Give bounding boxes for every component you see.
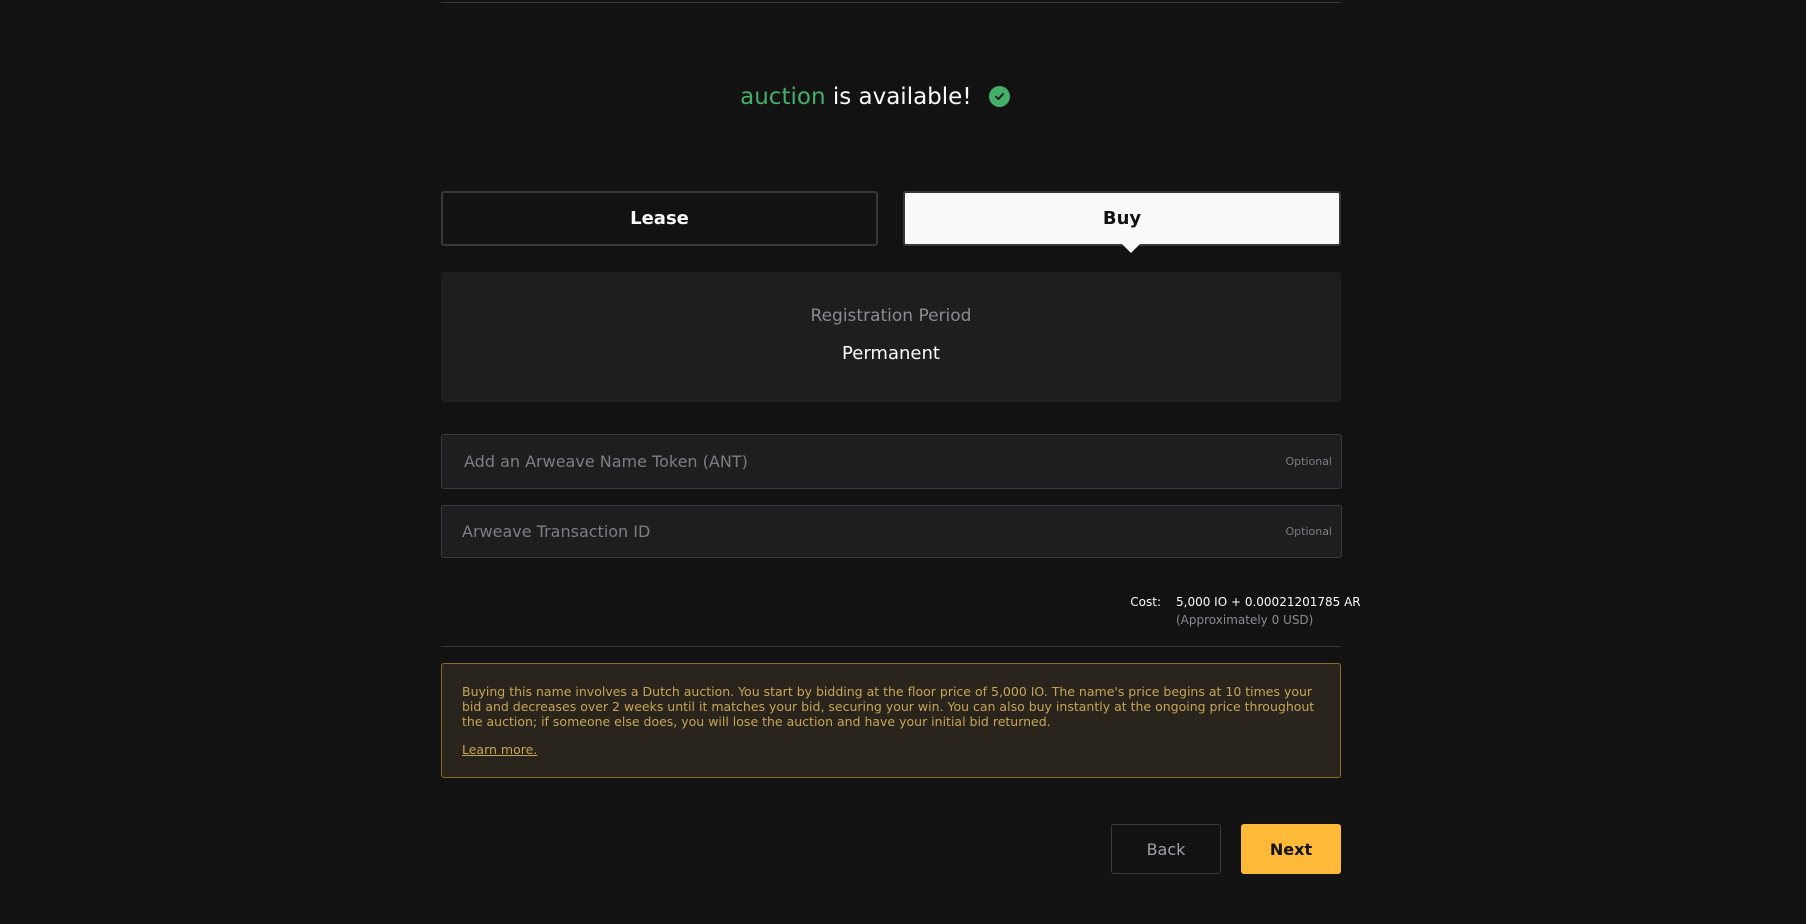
tab-buy-label: Buy [1102, 208, 1142, 229]
notice-text: Buying this name involves a Dutch auctio… [462, 684, 1315, 729]
dutch-auction-notice: Buying this name involves a Dutch auctio… [441, 663, 1341, 778]
transaction-id-input[interactable] [442, 506, 1286, 557]
register-page: auction is available! Lease Buy Registra… [0, 0, 1806, 924]
domain-name: auction [740, 84, 826, 110]
next-button[interactable]: Next [1241, 824, 1341, 874]
ant-input[interactable] [442, 435, 1286, 488]
availability-heading: auction is available! [0, 80, 1750, 114]
ant-field: Optional [441, 434, 1342, 489]
cost-label: Cost: [1130, 595, 1161, 609]
tab-buy[interactable]: Buy [903, 191, 1341, 253]
cost-value: 5,000 IO + 0.00021201785 AR [1176, 595, 1361, 609]
top-divider [441, 2, 1341, 3]
learn-more-link[interactable]: Learn more. [462, 742, 537, 757]
registration-period-panel: Registration Period Permanent [441, 272, 1341, 402]
transaction-id-field: Optional [441, 505, 1342, 558]
back-button[interactable]: Back [1111, 824, 1221, 874]
transaction-optional-label: Optional [1285, 525, 1332, 538]
tab-lease-label: Lease [630, 208, 689, 229]
cost-usd: (Approximately 0 USD) [1176, 613, 1314, 627]
availability-text: is available! [832, 84, 972, 110]
registration-period-label: Registration Period [810, 306, 972, 326]
tab-lease[interactable]: Lease [441, 191, 878, 246]
tab-pointer [1122, 244, 1140, 253]
ant-optional-label: Optional [1285, 455, 1332, 468]
section-divider [441, 646, 1341, 647]
check-circle-icon [988, 86, 1010, 107]
registration-period-value: Permanent [842, 343, 940, 364]
